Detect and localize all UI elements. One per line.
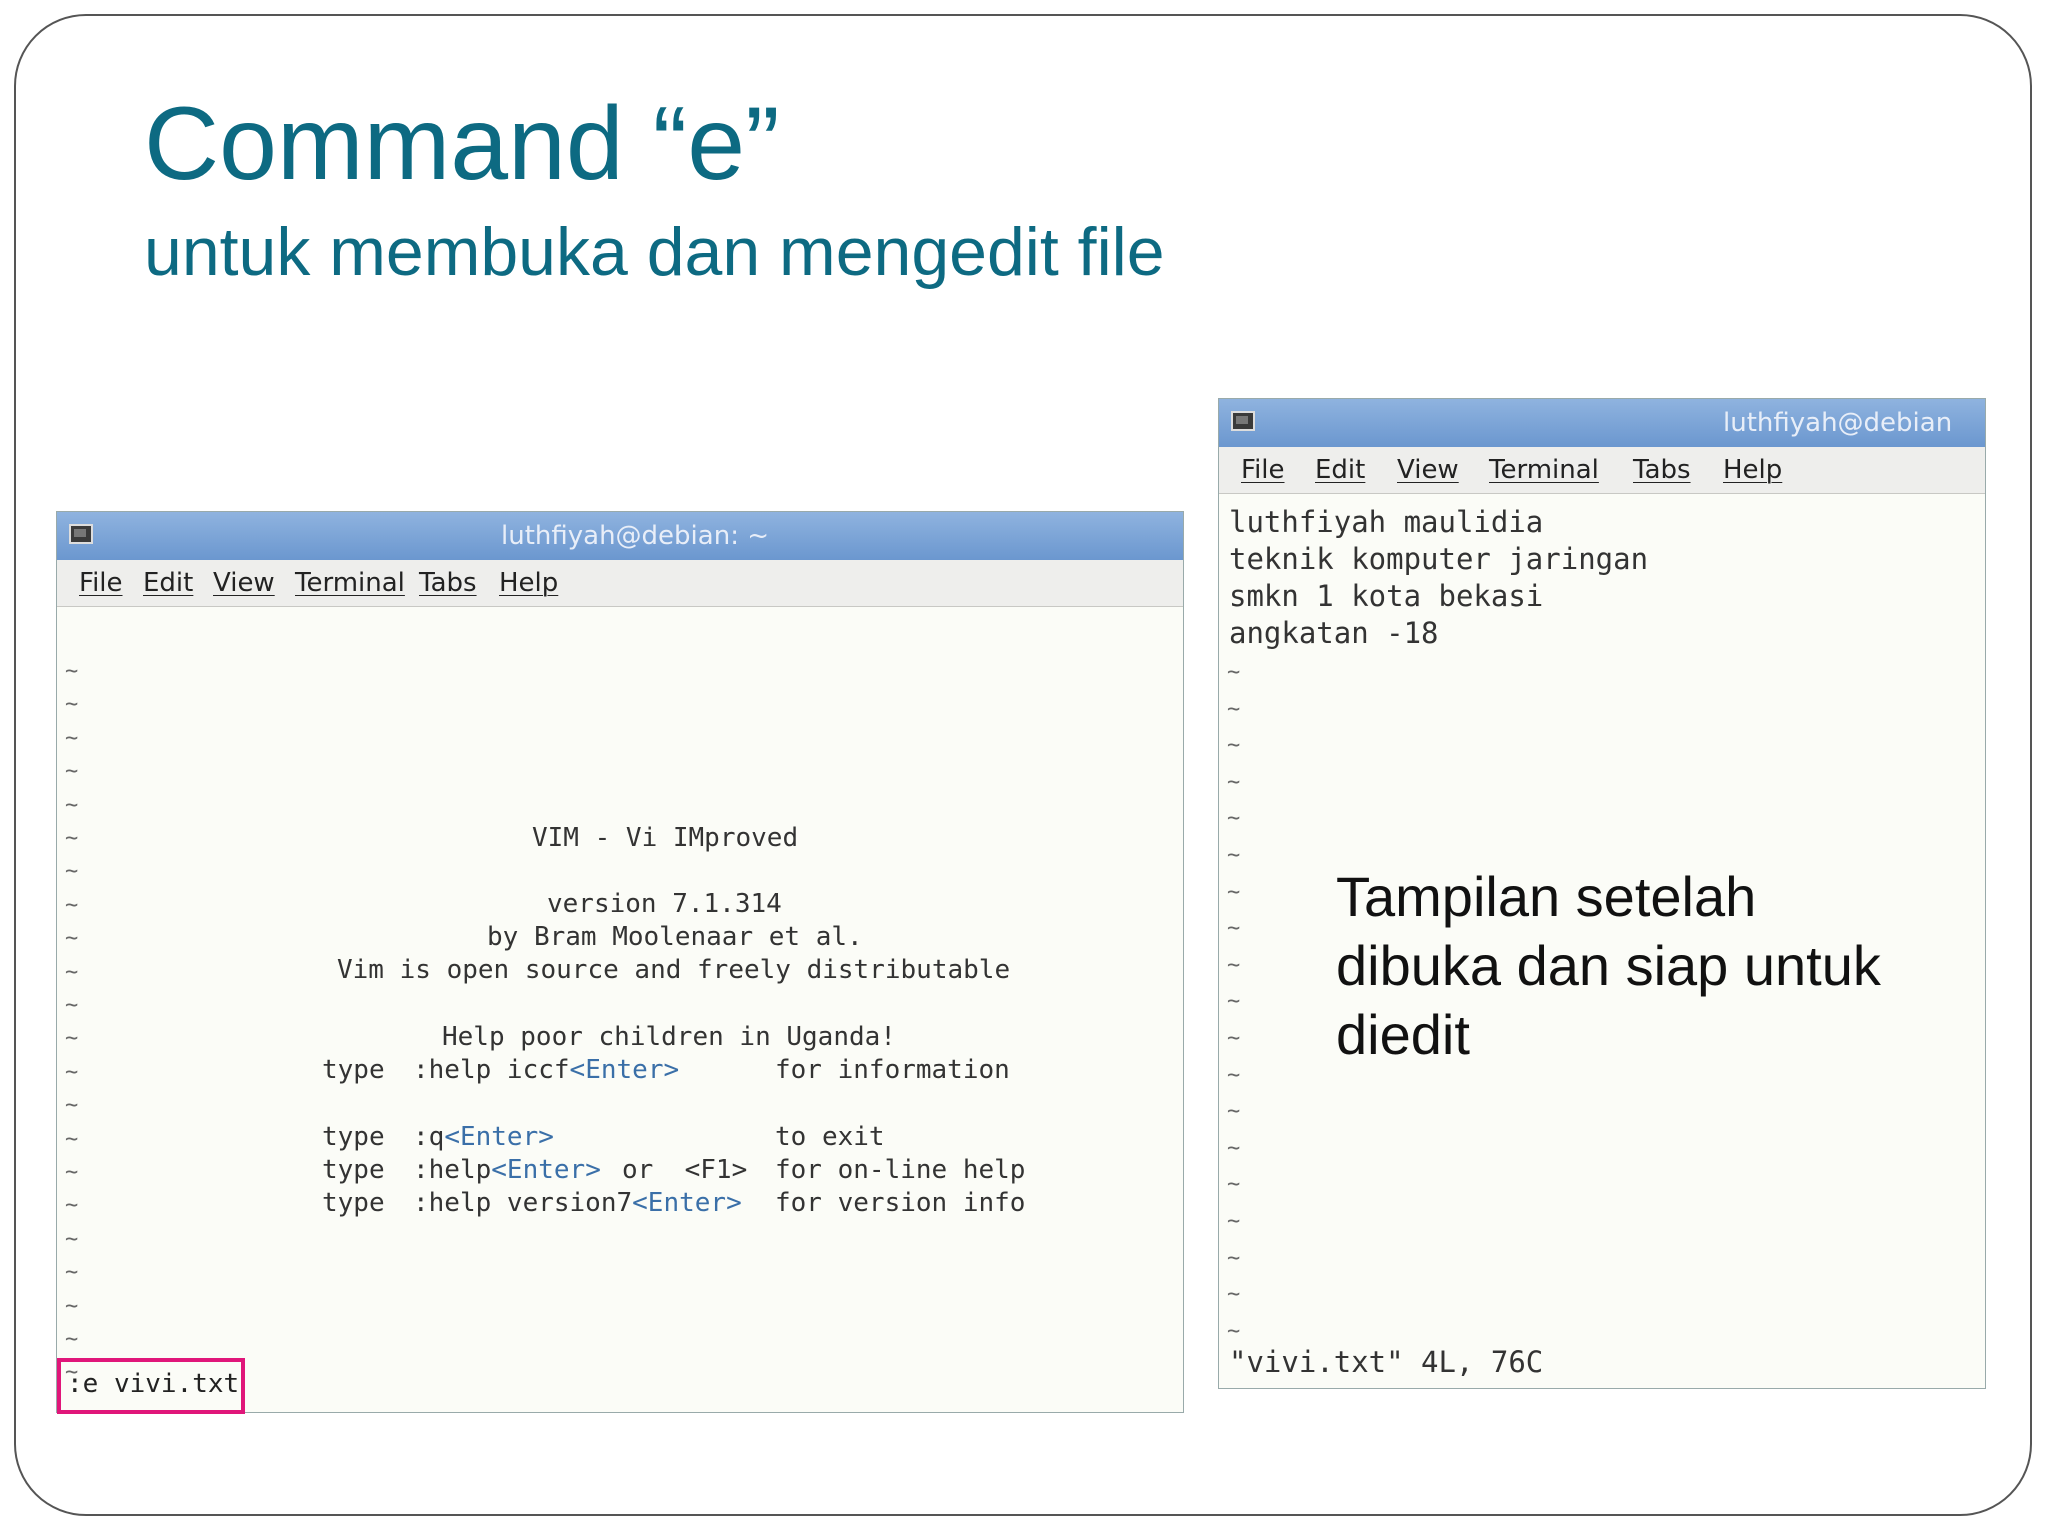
- splash-row-cmd: :help<Enter>: [413, 1155, 601, 1185]
- splash-row-desc: for version info: [775, 1188, 1026, 1218]
- splash-row-cmd: :help iccf<Enter>: [413, 1055, 680, 1085]
- menu-terminal[interactable]: Terminal: [1489, 455, 1599, 485]
- slide-subtitle: untuk membuka dan mengedit file: [144, 214, 1165, 290]
- vim-name-line: VIM - Vi IMproved: [532, 823, 799, 853]
- vim-empty-line-tilde: ~: [1227, 989, 1241, 1015]
- caption-line: dibuka dan siap untuk: [1336, 934, 1881, 997]
- vim-empty-line-tilde: ~: [65, 926, 79, 952]
- vim-empty-line-tilde: ~: [65, 792, 79, 818]
- left-terminal-body[interactable]: VIM - Vi IMproved version 7.1.314 by Bra…: [57, 607, 1183, 1412]
- vim-empty-line-tilde: ~: [65, 892, 79, 918]
- vim-empty-line-tilde: ~: [65, 759, 79, 785]
- splash-row-type: type: [322, 1188, 385, 1218]
- menu-file[interactable]: File: [1241, 455, 1285, 485]
- splash-row-type: type: [322, 1055, 385, 1085]
- vim-empty-line-tilde: ~: [1227, 1026, 1241, 1051]
- vim-empty-line-tilde: ~: [65, 1293, 79, 1319]
- slide-title: Command “e”: [144, 86, 780, 202]
- vim-empty-line-tilde: ~: [65, 1327, 79, 1352]
- splash-row-extra: or <F1>: [622, 1155, 748, 1185]
- vim-empty-line-tilde: ~: [1227, 660, 1241, 685]
- vim-empty-line-tilde: ~: [1227, 879, 1241, 905]
- slide-caption: Tampilan setelah dibuka dan siap untuk d…: [1336, 862, 1881, 1069]
- splash-row-desc: for information: [775, 1055, 1010, 1085]
- vim-empty-line-tilde: ~: [65, 1160, 79, 1185]
- left-window-title: luthfiyah@debian: ~: [501, 521, 769, 551]
- file-line: angkatan -18: [1229, 616, 1439, 650]
- right-menubar: File Edit View Terminal Tabs Help: [1219, 447, 1985, 494]
- menu-view[interactable]: View: [1397, 455, 1459, 485]
- vim-empty-line-tilde: ~: [1227, 806, 1241, 832]
- vim-empty-line-tilde: ~: [1227, 952, 1241, 978]
- terminal-icon: [1231, 411, 1255, 431]
- vim-empty-line-tilde: ~: [1227, 769, 1241, 795]
- vim-empty-line-tilde: ~: [1227, 733, 1241, 759]
- menu-file[interactable]: File: [79, 568, 123, 598]
- menu-tabs[interactable]: Tabs: [1633, 455, 1691, 485]
- left-terminal-window: luthfiyah@debian: ~ File Edit View Termi…: [56, 511, 1184, 1413]
- vim-empty-line-tilde: ~: [1227, 1172, 1241, 1198]
- splash-row-desc: to exit: [775, 1122, 885, 1152]
- vim-empty-line-tilde: ~: [1227, 696, 1241, 722]
- vim-empty-line-tilde: ~: [65, 959, 79, 985]
- splash-row-desc: for on-line help: [775, 1155, 1026, 1185]
- file-line: teknik komputer jaringan: [1229, 542, 1649, 576]
- right-terminal-titlebar[interactable]: luthfiyah@debian: [1219, 399, 1985, 448]
- vim-empty-line-tilde: ~: [65, 1093, 79, 1119]
- vim-empty-line-tilde: ~: [1227, 1209, 1241, 1234]
- splash-row-type: type: [322, 1122, 385, 1152]
- menu-edit[interactable]: Edit: [1315, 455, 1365, 485]
- vim-empty-line-tilde: ~: [65, 859, 79, 885]
- menu-terminal[interactable]: Terminal: [295, 568, 405, 598]
- terminal-icon: [69, 524, 93, 544]
- vim-status-line: "vivi.txt" 4L, 76C: [1229, 1345, 1544, 1379]
- menu-tabs[interactable]: Tabs: [419, 568, 477, 598]
- vim-empty-line-tilde: ~: [65, 692, 79, 718]
- vim-license-line: Vim is open source and freely distributa…: [337, 955, 1011, 985]
- vim-help-line: Help poor children in Uganda!: [442, 1022, 896, 1052]
- vim-empty-line-tilde: ~: [1227, 1282, 1241, 1308]
- vim-empty-line-tilde: ~: [65, 1126, 79, 1152]
- vim-empty-line-tilde: ~: [65, 1059, 79, 1085]
- vim-empty-line-tilde: ~: [1227, 1099, 1241, 1125]
- caption-line: diedit: [1336, 1003, 1470, 1066]
- vim-empty-line-tilde: ~: [65, 993, 79, 1018]
- vim-empty-line-tilde: ~: [1227, 843, 1241, 868]
- vim-empty-line-tilde: ~: [1227, 1135, 1241, 1161]
- vim-empty-line-tilde: ~: [1227, 1062, 1241, 1088]
- vim-version-line: version 7.1.314: [547, 889, 782, 919]
- vim-empty-line-tilde: ~: [1227, 1318, 1241, 1344]
- command-highlight-box: [57, 1358, 245, 1414]
- splash-row-cmd: :help version7<Enter>: [413, 1188, 742, 1218]
- right-window-title: luthfiyah@debian: [1723, 408, 1953, 438]
- file-line: smkn 1 kota bekasi: [1229, 579, 1544, 613]
- left-menubar: File Edit View Terminal Tabs Help: [57, 560, 1183, 607]
- splash-row-cmd: :q<Enter>: [413, 1122, 554, 1152]
- menu-help[interactable]: Help: [1723, 455, 1782, 485]
- vim-author-line: by Bram Moolenaar et al.: [487, 922, 863, 952]
- vim-empty-line-tilde: ~: [65, 725, 79, 751]
- vim-empty-line-tilde: ~: [65, 659, 79, 684]
- vim-empty-line-tilde: ~: [65, 1026, 79, 1052]
- vim-empty-line-tilde: ~: [65, 826, 79, 851]
- left-terminal-titlebar[interactable]: luthfiyah@debian: ~: [57, 512, 1183, 561]
- vim-empty-line-tilde: ~: [65, 1226, 79, 1252]
- vim-empty-line-tilde: ~: [65, 1260, 79, 1286]
- file-line: luthfiyah maulidia: [1229, 505, 1544, 539]
- splash-row-type: type: [322, 1155, 385, 1185]
- caption-line: Tampilan setelah: [1336, 865, 1757, 928]
- menu-view[interactable]: View: [213, 568, 275, 598]
- vim-empty-line-tilde: ~: [65, 1193, 79, 1219]
- menu-edit[interactable]: Edit: [143, 568, 193, 598]
- vim-empty-line-tilde: ~: [1227, 1245, 1241, 1271]
- menu-help[interactable]: Help: [499, 568, 558, 598]
- vim-empty-line-tilde: ~: [1227, 916, 1241, 942]
